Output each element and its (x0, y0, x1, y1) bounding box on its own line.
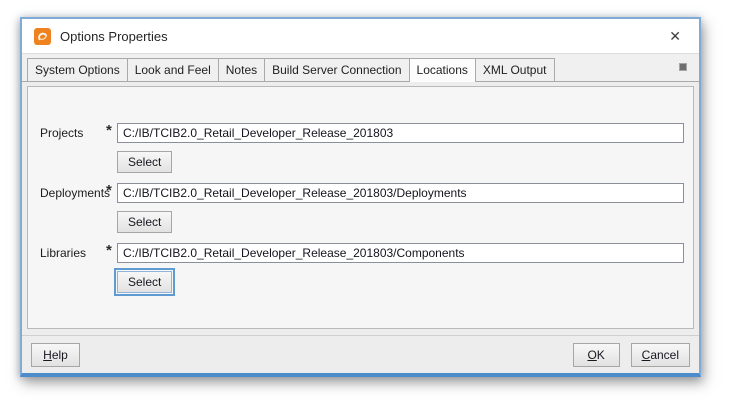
tab-build-server-connection[interactable]: Build Server Connection (264, 58, 409, 81)
ok-button[interactable]: OK (573, 343, 620, 367)
tab-locations[interactable]: Locations (409, 58, 476, 82)
projects-label: Projects (40, 123, 102, 143)
tab-strip: System Options Look and Feel Notes Build… (22, 53, 699, 82)
tab-collapse-icon[interactable] (679, 63, 687, 71)
help-button[interactable]: Help (31, 343, 80, 367)
cancel-button[interactable]: Cancel (631, 343, 690, 367)
deployments-label: Deployments (40, 183, 102, 203)
footer-bar: Help OK Cancel (22, 335, 699, 373)
locations-panel: Projects * Select Deployments * Select L… (27, 86, 694, 329)
libraries-label: Libraries (40, 243, 102, 263)
libraries-required-marker: * (106, 242, 112, 260)
title-bar: Options Properties ✕ (22, 19, 699, 53)
tab-content-area: Projects * Select Deployments * Select L… (22, 82, 699, 335)
deployments-path-input[interactable] (117, 183, 684, 203)
libraries-select-button[interactable]: Select (117, 271, 172, 293)
libraries-path-input[interactable] (117, 243, 684, 263)
app-logo-icon (34, 28, 51, 45)
options-properties-dialog: Options Properties ✕ System Options Look… (20, 17, 701, 377)
tab-xml-output[interactable]: XML Output (475, 58, 555, 81)
deployments-select-button[interactable]: Select (117, 211, 172, 233)
projects-path-input[interactable] (117, 123, 684, 143)
deployments-required-marker: * (106, 182, 112, 200)
footer-actions: OK Cancel (573, 343, 690, 367)
projects-required-marker: * (106, 122, 112, 140)
projects-select-button[interactable]: Select (117, 151, 172, 173)
tab-look-and-feel[interactable]: Look and Feel (127, 58, 219, 81)
dialog-title: Options Properties (60, 29, 168, 44)
tab-system-options[interactable]: System Options (27, 58, 128, 81)
tab-notes[interactable]: Notes (218, 58, 265, 81)
close-icon[interactable]: ✕ (665, 27, 685, 45)
screenshot-stage: Options Properties ✕ System Options Look… (0, 0, 740, 418)
